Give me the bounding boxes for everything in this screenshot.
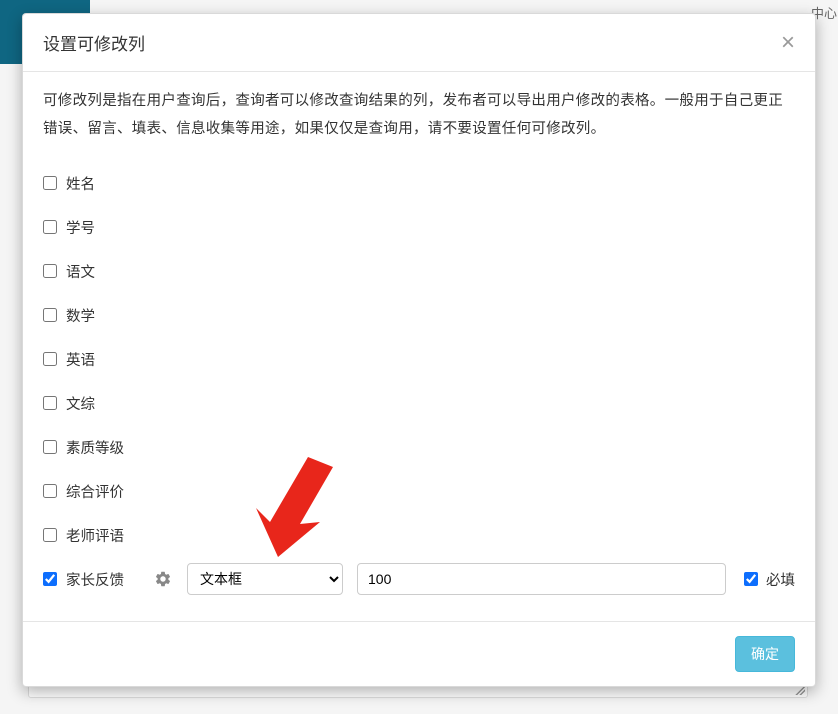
column-label-english[interactable]: 英语: [66, 349, 95, 370]
column-checkbox-comprehensive[interactable]: [43, 396, 57, 410]
column-checkbox-parent-feedback[interactable]: [43, 572, 57, 586]
column-checkbox-evaluation[interactable]: [43, 484, 57, 498]
column-checkbox-english[interactable]: [43, 352, 57, 366]
modal-dialog: 设置可修改列 × 可修改列是指在用户查询后，查询者可以修改查询结果的列，发布者可…: [22, 13, 816, 687]
column-row-english: 英语: [43, 337, 795, 381]
column-checkbox-name[interactable]: [43, 176, 57, 190]
required-checkbox[interactable]: [744, 572, 758, 586]
column-checkbox-id[interactable]: [43, 220, 57, 234]
column-label-teacher-comment[interactable]: 老师评语: [66, 525, 124, 546]
column-label-comprehensive[interactable]: 文综: [66, 393, 95, 414]
column-label-evaluation[interactable]: 综合评价: [66, 481, 124, 502]
modal-footer: 确定: [23, 621, 815, 686]
required-label[interactable]: 必填: [766, 569, 795, 590]
column-row-math: 数学: [43, 293, 795, 337]
row-controls: 文本框 必填: [153, 563, 795, 595]
required-group: 必填: [744, 569, 795, 590]
column-label-parent-feedback[interactable]: 家长反馈: [66, 569, 124, 590]
column-row-name: 姓名: [43, 161, 795, 205]
gear-icon[interactable]: [153, 569, 173, 589]
column-row-comprehensive: 文综: [43, 381, 795, 425]
column-checkbox-quality[interactable]: [43, 440, 57, 454]
modal-body: 可修改列是指在用户查询后，查询者可以修改查询结果的列，发布者可以导出用户修改的表…: [23, 72, 815, 621]
column-label-quality[interactable]: 素质等级: [66, 437, 124, 458]
column-row-quality: 素质等级: [43, 425, 795, 469]
field-length-input[interactable]: [357, 563, 726, 595]
confirm-button[interactable]: 确定: [735, 636, 795, 672]
field-type-select[interactable]: 文本框: [187, 563, 343, 595]
column-row-id: 学号: [43, 205, 795, 249]
column-label-math[interactable]: 数学: [66, 305, 95, 326]
column-checkbox-teacher-comment[interactable]: [43, 528, 57, 542]
column-checkbox-math[interactable]: [43, 308, 57, 322]
close-button[interactable]: ×: [781, 31, 795, 55]
modal-title: 设置可修改列: [43, 30, 145, 55]
column-row-evaluation: 综合评价: [43, 469, 795, 513]
column-label-chinese[interactable]: 语文: [66, 261, 95, 282]
column-row-chinese: 语文: [43, 249, 795, 293]
column-checkbox-chinese[interactable]: [43, 264, 57, 278]
column-label-name[interactable]: 姓名: [66, 173, 95, 194]
modal-description: 可修改列是指在用户查询后，查询者可以修改查询结果的列，发布者可以导出用户修改的表…: [43, 88, 795, 143]
column-row-teacher-comment: 老师评语: [43, 513, 795, 557]
modal-header: 设置可修改列 ×: [23, 14, 815, 71]
column-label-id[interactable]: 学号: [66, 217, 95, 238]
column-row-parent-feedback: 家长反馈 文本框 必填: [43, 557, 795, 601]
